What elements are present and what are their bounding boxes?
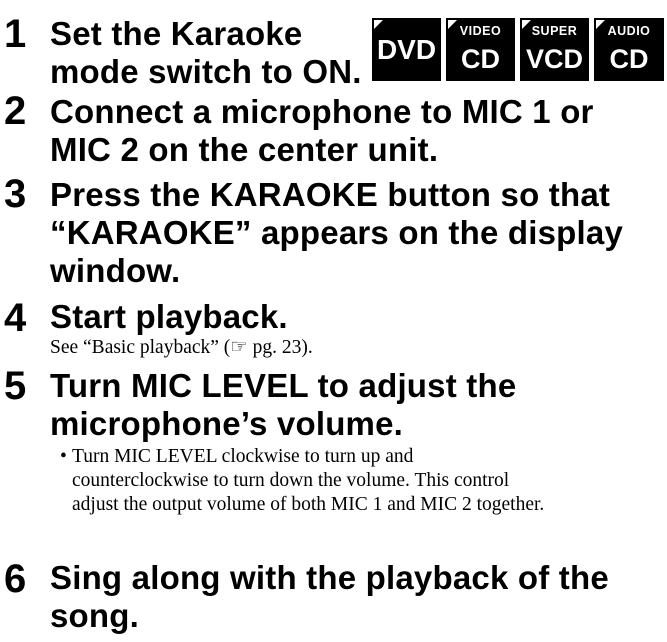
step-heading: Start playback. bbox=[50, 298, 288, 336]
step-heading-line: Set the Karaoke bbox=[50, 15, 303, 52]
bullet-line: Turn MIC LEVEL clockwise to turn up and bbox=[72, 446, 414, 467]
badge-text: CD bbox=[609, 44, 649, 74]
badge-text: DVD bbox=[376, 34, 437, 65]
step-bullet-note: • Turn MIC LEVEL clockwise to turn up an… bbox=[60, 445, 545, 517]
disc-type-badges: DVD VIDEO CD SUPER VCD AUDIO CD bbox=[372, 18, 667, 81]
badge-small-text: SUPER bbox=[531, 24, 578, 38]
super-vcd-badge: SUPER VCD bbox=[520, 18, 589, 81]
step-number: 3 bbox=[4, 172, 27, 216]
bullet-mark: • bbox=[60, 446, 67, 467]
bullet-line: adjust the output volume of both MIC 1 a… bbox=[72, 494, 545, 515]
step-heading-line: mode switch to ON. bbox=[50, 53, 362, 90]
badge-text: CD bbox=[461, 44, 500, 74]
video-cd-badge: VIDEO CD bbox=[446, 18, 515, 81]
step-heading-line: song. bbox=[50, 597, 139, 634]
step-heading: Connect a microphone to MIC 1 or MIC 2 o… bbox=[50, 93, 594, 169]
step-number: 5 bbox=[4, 364, 27, 408]
step-number: 6 bbox=[4, 557, 27, 601]
bullet-line: counterclockwise to turn down the volume… bbox=[72, 470, 510, 491]
step-heading-line: Press the KARAOKE button so that bbox=[50, 176, 611, 213]
badge-corner-mark bbox=[374, 20, 383, 29]
step-heading-line: MIC 2 on the center unit. bbox=[50, 131, 439, 168]
step-heading-line: window. bbox=[50, 252, 181, 289]
step-heading-line: microphone’s volume. bbox=[50, 405, 404, 442]
step-number: 4 bbox=[4, 296, 27, 340]
step-heading-line: Start playback. bbox=[50, 298, 288, 335]
badge-text: VCD bbox=[525, 44, 583, 74]
step-heading: Turn MIC LEVEL to adjust the microphone’… bbox=[50, 367, 516, 443]
step-heading: Sing along with the playback of the song… bbox=[50, 559, 609, 635]
dvd-badge: DVD bbox=[372, 18, 441, 81]
step-heading: Set the Karaoke mode switch to ON. bbox=[50, 15, 362, 91]
step-heading-line: “KARAOKE” appears on the display bbox=[50, 214, 624, 251]
step-reference-text: See “Basic playback” (☞ pg. 23). bbox=[50, 337, 313, 358]
step-heading-line: Connect a microphone to MIC 1 or bbox=[50, 93, 594, 130]
step-heading: Press the KARAOKE button so that “KARAOK… bbox=[50, 176, 623, 290]
audio-cd-badge: AUDIO CD bbox=[594, 18, 664, 81]
step-heading-line: Turn MIC LEVEL to adjust the bbox=[50, 367, 517, 404]
step-number: 1 bbox=[4, 12, 27, 56]
badge-small-text: AUDIO bbox=[607, 24, 651, 38]
step-number: 2 bbox=[4, 89, 27, 133]
step-heading-line: Sing along with the playback of the bbox=[50, 559, 609, 596]
badge-small-text: VIDEO bbox=[459, 24, 502, 38]
